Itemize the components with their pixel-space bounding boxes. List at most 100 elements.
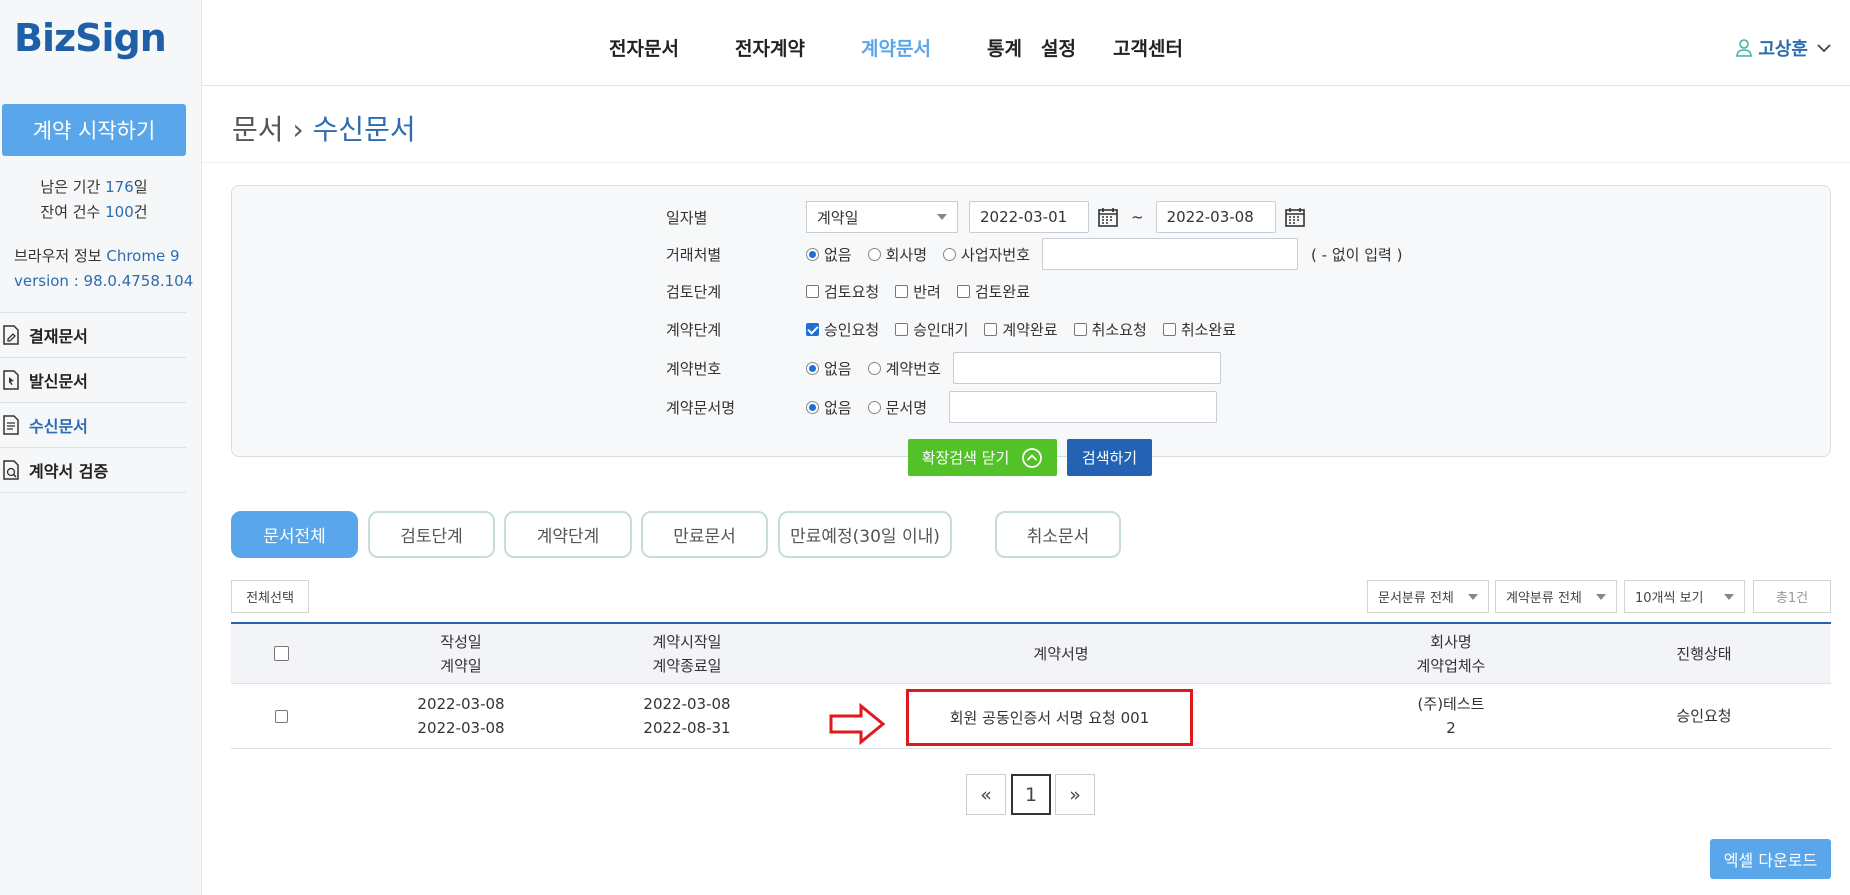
start-contract-button[interactable]: 계약 시작하기 bbox=[2, 104, 186, 156]
cell-company: (주)테스트 2 bbox=[1417, 695, 1485, 737]
contract-name-option-none[interactable]: 없음 bbox=[806, 397, 852, 418]
contract-no-option-number[interactable]: 계약번호 bbox=[867, 358, 941, 379]
chevron-up-circle-icon bbox=[1022, 447, 1043, 468]
nav-electronic-contract[interactable]: 전자계약 bbox=[735, 34, 805, 61]
chevron-down-icon bbox=[1817, 44, 1831, 53]
nav-customer-center[interactable]: 고객센터 bbox=[1113, 34, 1183, 61]
radio-button[interactable] bbox=[867, 361, 881, 375]
radio-button[interactable] bbox=[806, 247, 819, 261]
browser-info: 브라우저 정보 Chrome 9 version : 98.0.4758.104 bbox=[14, 247, 194, 290]
sidebar-item-sent-docs[interactable]: 발신문서 bbox=[0, 358, 186, 403]
calendar-icon[interactable] bbox=[1097, 206, 1119, 228]
page-size-select[interactable]: 10개씩 보기 bbox=[1624, 580, 1745, 613]
col-company: 회사명 계약업체수 bbox=[1416, 632, 1486, 675]
nav-settings[interactable]: 설정 bbox=[1041, 34, 1076, 61]
search-panel: 일자별 계약일 2022-03-01 ~ 2022-03-08 거래처별 없음 … bbox=[231, 185, 1831, 457]
cell-status: 승인요청 bbox=[1676, 707, 1732, 725]
pagination-prev[interactable]: « bbox=[966, 774, 1006, 815]
stage-option-cancel-request[interactable]: 취소요청 bbox=[1073, 319, 1147, 340]
sidebar-item-received-docs[interactable]: 수신문서 bbox=[0, 403, 186, 448]
review-option-request[interactable]: 검토요청 bbox=[806, 281, 879, 302]
document-list-icon bbox=[3, 415, 19, 435]
stage-option-cancel-complete[interactable]: 취소완료 bbox=[1162, 319, 1236, 340]
document-edit-icon bbox=[3, 325, 19, 345]
tab-expired-docs[interactable]: 만료문서 bbox=[641, 511, 768, 558]
select-all-button[interactable]: 전체선택 bbox=[231, 580, 309, 613]
tab-contract-stage[interactable]: 계약단계 bbox=[504, 511, 632, 558]
divider bbox=[202, 162, 1850, 163]
sidebar-item-approval-docs[interactable]: 결재문서 bbox=[0, 313, 186, 358]
contract-stage-filter-row: 계약단계 승인요청 승인대기 계약완료 취소요청 취소완료 bbox=[666, 319, 1237, 340]
partner-search-input[interactable] bbox=[1042, 238, 1299, 270]
sidebar: BizSign 계약 시작하기 남은 기간 176일 잔여 건수 100건 브라… bbox=[0, 0, 202, 895]
radio-button[interactable] bbox=[943, 247, 957, 261]
stage-option-approval-request[interactable]: 승인요청 bbox=[806, 319, 879, 340]
caret-down-icon bbox=[1596, 593, 1606, 600]
stage-option-approval-wait[interactable]: 승인대기 bbox=[895, 319, 968, 340]
header-checkbox[interactable] bbox=[273, 646, 289, 661]
checkbox[interactable] bbox=[806, 322, 819, 336]
excel-download-button[interactable]: 엑셀 다운로드 bbox=[1710, 839, 1831, 879]
search-button[interactable]: 검색하기 bbox=[1067, 439, 1152, 476]
checkbox[interactable] bbox=[956, 284, 970, 298]
contract-category-select[interactable]: 계약분류 전체 bbox=[1495, 580, 1617, 613]
checkbox[interactable] bbox=[1162, 322, 1176, 336]
partner-filter-row: 거래처별 없음 회사명 사업자번호 ( - 없이 입력 ) bbox=[666, 238, 1402, 270]
checkbox[interactable] bbox=[984, 322, 998, 336]
row-checkbox[interactable] bbox=[274, 709, 288, 723]
document-verify-icon bbox=[3, 460, 19, 480]
contract-name-input[interactable] bbox=[949, 391, 1218, 423]
radio-button[interactable] bbox=[806, 361, 819, 375]
nav-contract-docs[interactable]: 계약문서 bbox=[861, 34, 931, 61]
red-arrow-icon bbox=[829, 703, 886, 745]
nav-statistics[interactable]: 통계 bbox=[987, 34, 1022, 61]
tab-expiring-soon[interactable]: 만료예정(30일 이내) bbox=[778, 511, 952, 558]
total-count: 총1건 bbox=[1753, 580, 1831, 613]
doc-category-select[interactable]: 문서분류 전체 bbox=[1367, 580, 1489, 613]
partner-option-none[interactable]: 없음 bbox=[806, 244, 852, 265]
checkbox[interactable] bbox=[1073, 322, 1087, 336]
review-option-complete[interactable]: 검토완료 bbox=[956, 281, 1030, 302]
contract-no-input[interactable] bbox=[952, 352, 1221, 384]
contract-no-filter-row: 계약번호 없음 계약번호 bbox=[666, 352, 1221, 384]
bizsign-logo[interactable]: BizSign bbox=[14, 16, 167, 60]
tab-cancelled-docs[interactable]: 취소문서 bbox=[995, 511, 1121, 558]
col-start-end: 계약시작일 계약종료일 bbox=[652, 632, 722, 675]
pagination-page-1[interactable]: 1 bbox=[1011, 774, 1051, 815]
partner-option-bizno[interactable]: 사업자번호 bbox=[943, 244, 1030, 265]
checkbox[interactable] bbox=[806, 284, 819, 298]
date-to-input[interactable]: 2022-03-08 bbox=[1155, 201, 1276, 233]
contract-name-option-docname[interactable]: 문서명 bbox=[867, 397, 927, 418]
tab-review-stage[interactable]: 검토단계 bbox=[368, 511, 495, 558]
date-type-select[interactable]: 계약일 bbox=[806, 201, 958, 233]
caret-down-icon bbox=[1468, 593, 1478, 600]
caret-down-icon bbox=[1724, 593, 1734, 600]
top-bar: 전자문서 전자계약 계약문서 통계 설정 고객센터 고상훈 bbox=[202, 0, 1850, 86]
contract-name-link[interactable]: 회원 공동인증서 서명 요청 001 bbox=[906, 689, 1193, 746]
checkbox[interactable] bbox=[895, 322, 909, 336]
remaining-period: 남은 기간 176일 bbox=[40, 178, 148, 196]
stage-option-complete[interactable]: 계약완료 bbox=[984, 319, 1058, 340]
contract-no-option-none[interactable]: 없음 bbox=[806, 358, 852, 379]
toggle-advanced-search-button[interactable]: 확장검색 닫기 bbox=[908, 439, 1057, 476]
sidebar-item-verify-contract[interactable]: 계약서 검증 bbox=[0, 448, 186, 493]
cell-start-end: 2022-03-08 2022-08-31 bbox=[643, 695, 731, 737]
radio-button[interactable] bbox=[867, 400, 881, 414]
date-filter-row: 일자별 계약일 2022-03-01 ~ 2022-03-08 bbox=[666, 201, 1318, 233]
pagination-next[interactable]: » bbox=[1055, 774, 1095, 815]
table-header: 작성일 계약일 계약시작일 계약종료일 계약서명 회사명 계약업체수 진행상태 bbox=[231, 622, 1831, 684]
radio-button[interactable] bbox=[867, 247, 881, 261]
review-option-reject[interactable]: 반려 bbox=[895, 281, 941, 302]
partner-hint: ( - 없이 입력 ) bbox=[1311, 245, 1403, 264]
user-icon bbox=[1736, 39, 1753, 57]
date-from-input[interactable]: 2022-03-01 bbox=[969, 201, 1089, 233]
radio-button[interactable] bbox=[806, 400, 819, 414]
calendar-icon[interactable] bbox=[1284, 206, 1306, 228]
remaining-count: 잔여 건수 100건 bbox=[40, 203, 148, 221]
partner-option-company[interactable]: 회사명 bbox=[867, 244, 927, 265]
nav-electronic-docs[interactable]: 전자문서 bbox=[609, 34, 679, 61]
user-menu[interactable]: 고상훈 bbox=[1736, 35, 1832, 61]
tab-all-docs[interactable]: 문서전체 bbox=[231, 511, 358, 558]
document-cursor-icon bbox=[3, 370, 19, 390]
checkbox[interactable] bbox=[895, 284, 909, 298]
